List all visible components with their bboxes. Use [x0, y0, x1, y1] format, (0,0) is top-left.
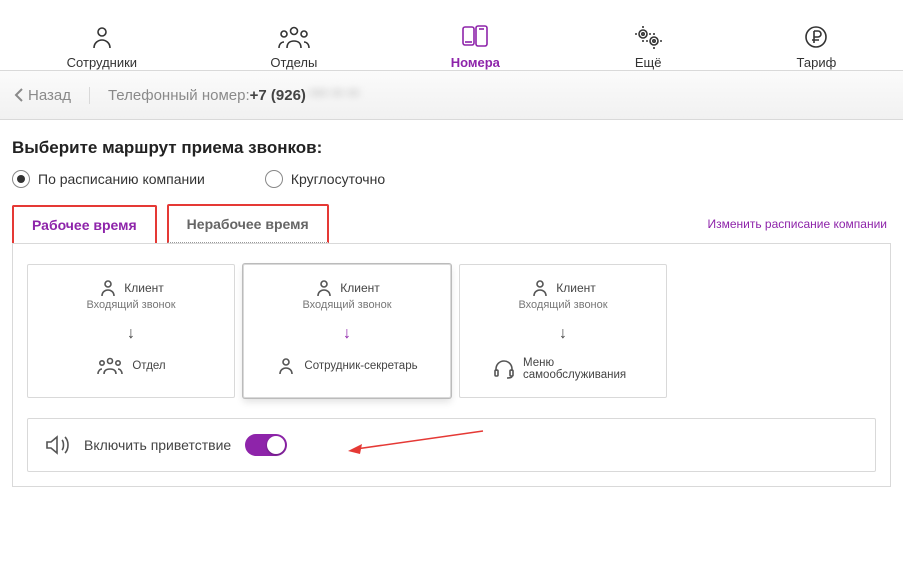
card-client-label: Клиент [556, 281, 596, 295]
page-content: Выберите маршрут приема звонков: По расп… [0, 120, 903, 499]
group-icon [277, 22, 311, 52]
annotation-arrow-icon [348, 427, 488, 457]
card-incoming-label: Входящий звонок [86, 299, 175, 311]
tab-off-hours[interactable]: Нерабочее время [167, 204, 329, 243]
phone-label: Телефонный номер: [108, 87, 250, 104]
phone-masked: *** ** ** [310, 87, 359, 104]
card-dest-label: Отдел [132, 360, 165, 372]
radio-label: По расписанию компании [38, 171, 205, 187]
route-radio-group: По расписанию компании Круглосуточно [12, 170, 891, 188]
radio-label: Круглосуточно [291, 171, 385, 187]
ruble-icon [802, 22, 830, 52]
edit-schedule-link[interactable]: Изменить расписание компании [707, 217, 891, 231]
page-heading: Выберите маршрут приема звонков: [12, 138, 891, 158]
phones-icon [459, 22, 491, 52]
greeting-label: Включить приветствие [84, 437, 231, 453]
arrow-down-icon: ↓ [559, 325, 567, 343]
route-all-day[interactable]: Круглосуточно [265, 170, 385, 188]
route-cards-container: Клиент Входящий звонок ↓ Отдел Клиент Вх… [12, 244, 891, 487]
speaker-icon [44, 433, 70, 457]
person-icon [314, 279, 334, 297]
nav-tariff[interactable]: Тариф [797, 22, 837, 70]
person-icon [98, 279, 118, 297]
nav-numbers[interactable]: Номера [451, 22, 500, 70]
card-dest-label: Сотрудник-секретарь [304, 360, 417, 372]
tab-work-hours[interactable]: Рабочее время [12, 205, 157, 243]
nav-label: Тариф [797, 55, 837, 70]
radio-dot-icon [265, 170, 283, 188]
arrow-down-icon: ↓ [127, 325, 135, 343]
route-card-ivr[interactable]: Клиент Входящий звонок ↓ Меню самообслуж… [459, 264, 667, 398]
card-dest-label: Меню самообслуживания [523, 357, 633, 381]
nav-employees[interactable]: Сотрудники [67, 22, 137, 70]
nav-more[interactable]: Ещё [633, 22, 663, 70]
route-by-schedule[interactable]: По расписанию компании [12, 170, 205, 188]
gears-icon [633, 22, 663, 52]
nav-departments[interactable]: Отделы [270, 22, 317, 70]
greeting-toggle-row: Включить приветствие [27, 418, 876, 472]
person-icon [530, 279, 550, 297]
card-client-label: Клиент [124, 281, 164, 295]
nav-label: Номера [451, 55, 500, 70]
back-button[interactable]: Назад [14, 87, 90, 104]
top-nav: Сотрудники Отделы Номера Ещё Тариф [0, 0, 903, 71]
card-incoming-label: Входящий звонок [302, 299, 391, 311]
person-icon [276, 357, 296, 375]
person-icon [88, 22, 116, 52]
nav-label: Отделы [270, 55, 317, 70]
card-incoming-label: Входящий звонок [518, 299, 607, 311]
route-card-department[interactable]: Клиент Входящий звонок ↓ Отдел [27, 264, 235, 398]
headset-icon [493, 359, 515, 379]
route-card-secretary[interactable]: Клиент Входящий звонок ↓ Сотрудник-секре… [243, 264, 451, 398]
nav-label: Ещё [635, 55, 662, 70]
group-icon [96, 357, 124, 375]
breadcrumb: Назад Телефонный номер: +7 (926) *** ** … [0, 71, 903, 120]
route-cards: Клиент Входящий звонок ↓ Отдел Клиент Вх… [27, 264, 876, 398]
radio-dot-icon [12, 170, 30, 188]
nav-label: Сотрудники [67, 55, 137, 70]
time-tabs: Рабочее время Нерабочее время Изменить р… [12, 204, 891, 244]
arrow-down-icon: ↓ [343, 325, 351, 343]
back-label: Назад [28, 87, 71, 104]
phone-number: +7 (926) [250, 87, 306, 104]
greeting-toggle[interactable] [245, 434, 287, 456]
card-client-label: Клиент [340, 281, 380, 295]
